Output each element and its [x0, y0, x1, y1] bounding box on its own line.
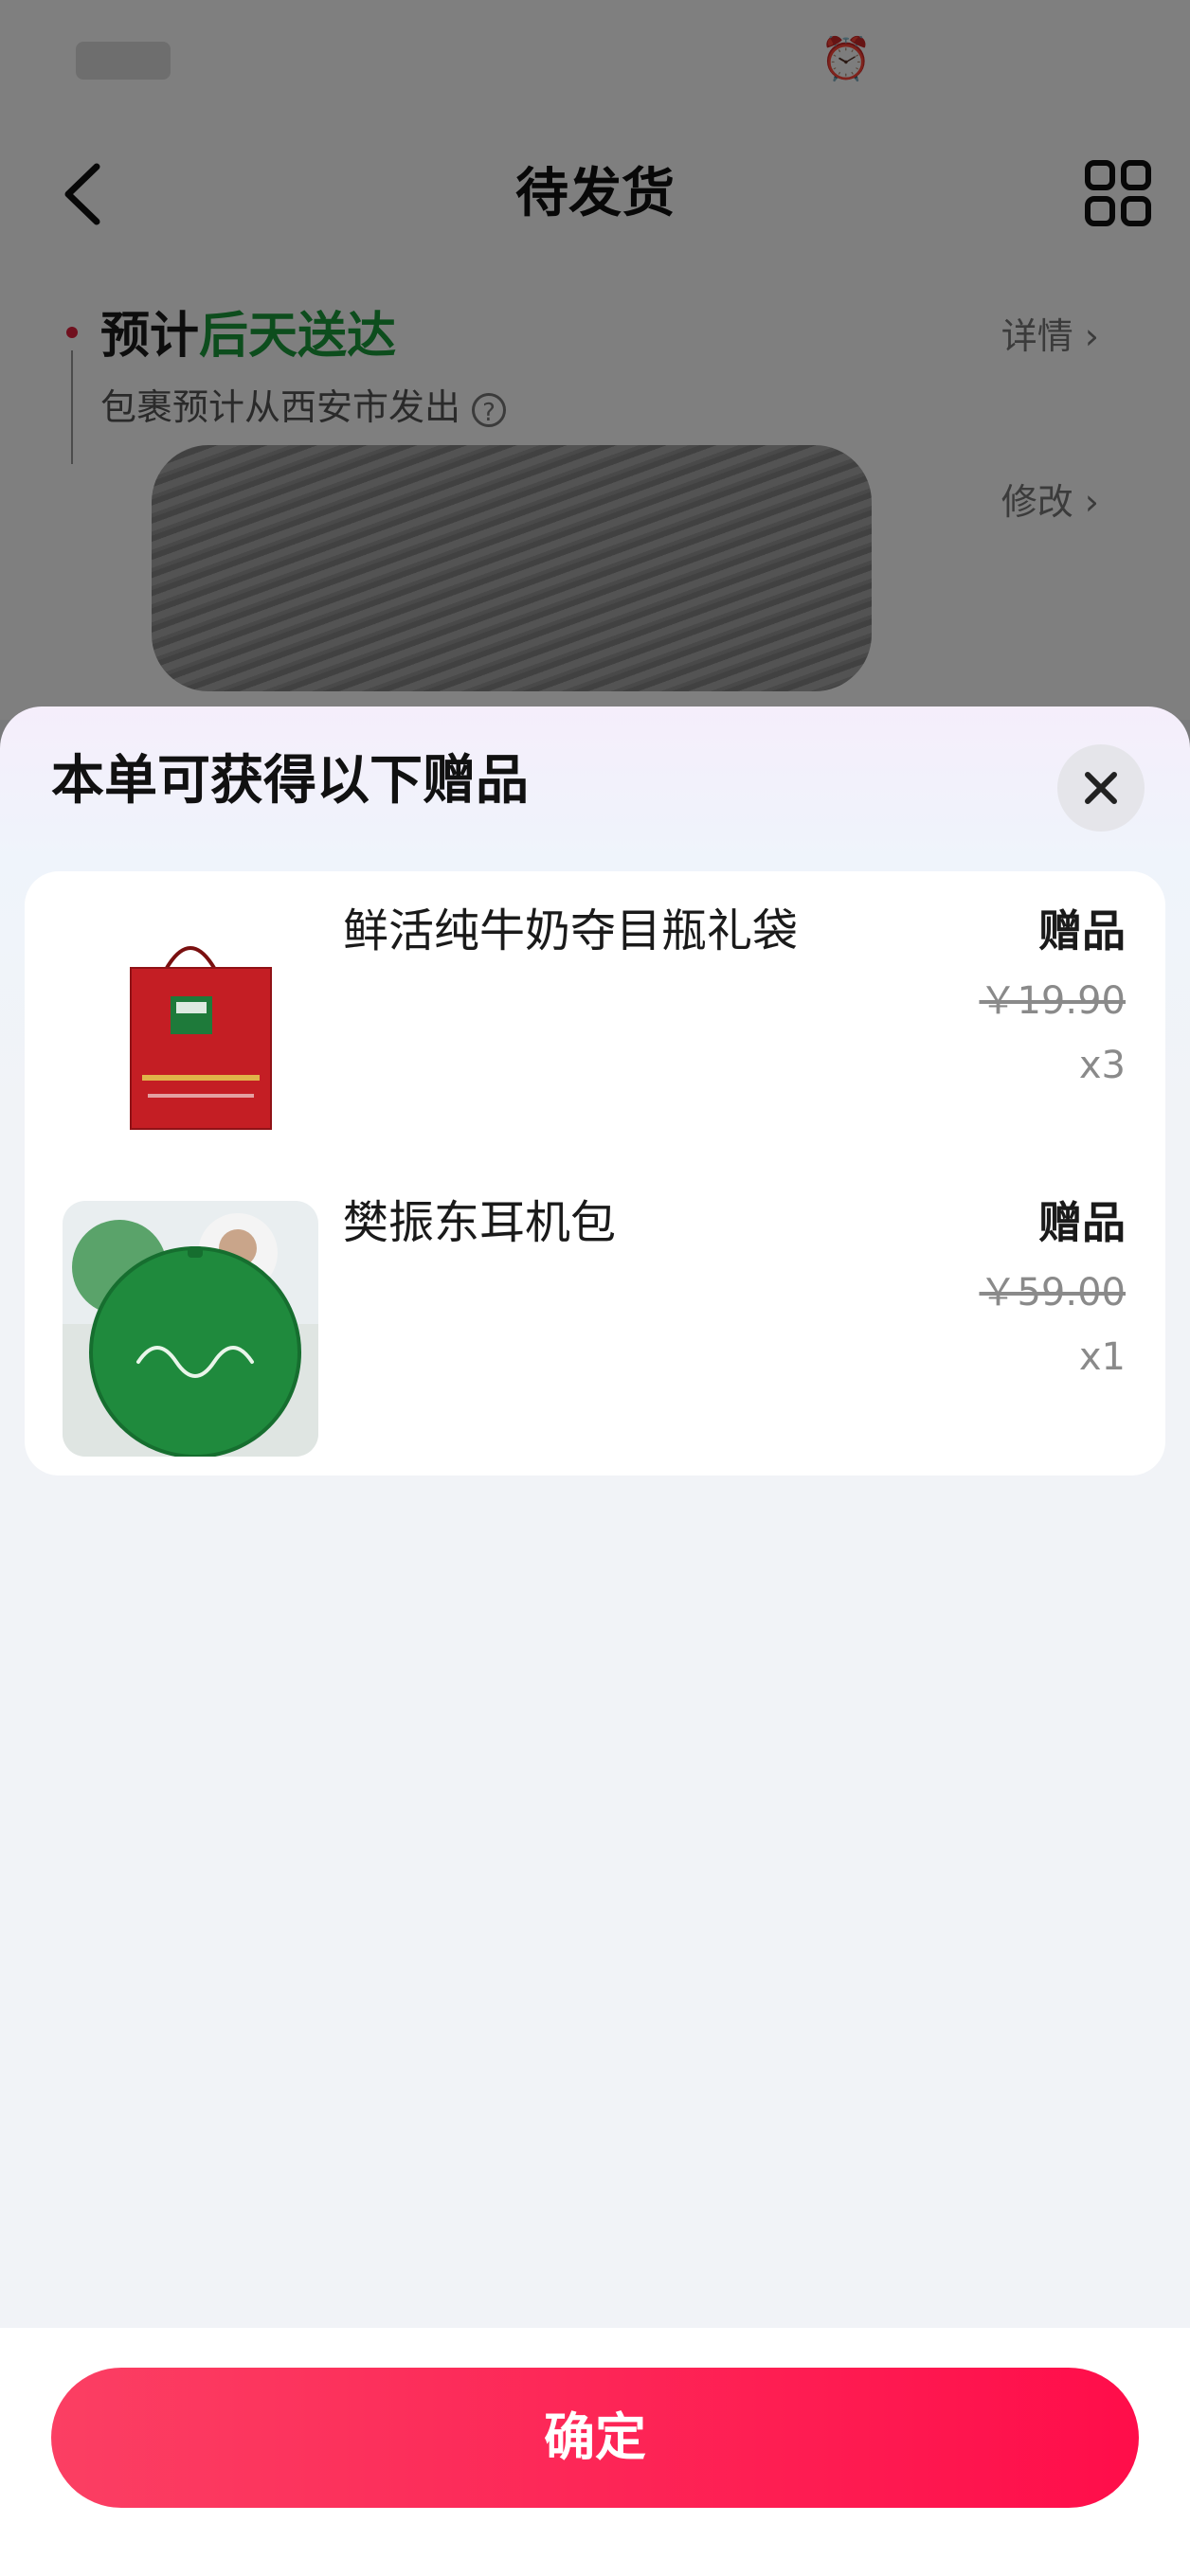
- gift-quantity: x3: [1078, 1044, 1126, 1087]
- close-button[interactable]: [1057, 744, 1145, 832]
- gift-original-price: ￥59.00: [979, 1271, 1126, 1315]
- confirm-button[interactable]: 确定: [51, 2368, 1139, 2508]
- gift-list: 鲜活纯牛奶夺目瓶礼袋 赠品 ￥19.90 x3 樊振东耳机包 赠品 ￥59.00…: [25, 871, 1165, 1476]
- sheet-footer: 确定: [0, 2328, 1190, 2576]
- gift-item[interactable]: 鲜活纯牛奶夺目瓶礼袋 赠品 ￥19.90 x3: [25, 871, 1165, 1165]
- gift-tag: 赠品: [1038, 905, 1126, 957]
- sheet-title: 本单可获得以下赠品: [51, 750, 529, 812]
- gift-quantity: x1: [1078, 1335, 1126, 1379]
- gift-sheet: 本单可获得以下赠品 鲜活纯牛奶夺目瓶礼袋 赠品 ￥19.90 x3 樊振东耳机包…: [0, 707, 1190, 2576]
- gift-image-earphone-case: [63, 1201, 318, 1457]
- close-icon: [1085, 772, 1117, 804]
- gift-name: 樊振东耳机包: [343, 1196, 617, 1249]
- gift-image-bag: [63, 909, 318, 1165]
- gift-tag: 赠品: [1038, 1197, 1126, 1248]
- gift-name: 鲜活纯牛奶夺目瓶礼袋: [343, 904, 799, 957]
- gift-original-price: ￥19.90: [979, 979, 1126, 1023]
- gift-item[interactable]: 樊振东耳机包 赠品 ￥59.00 x1: [25, 1163, 1165, 1457]
